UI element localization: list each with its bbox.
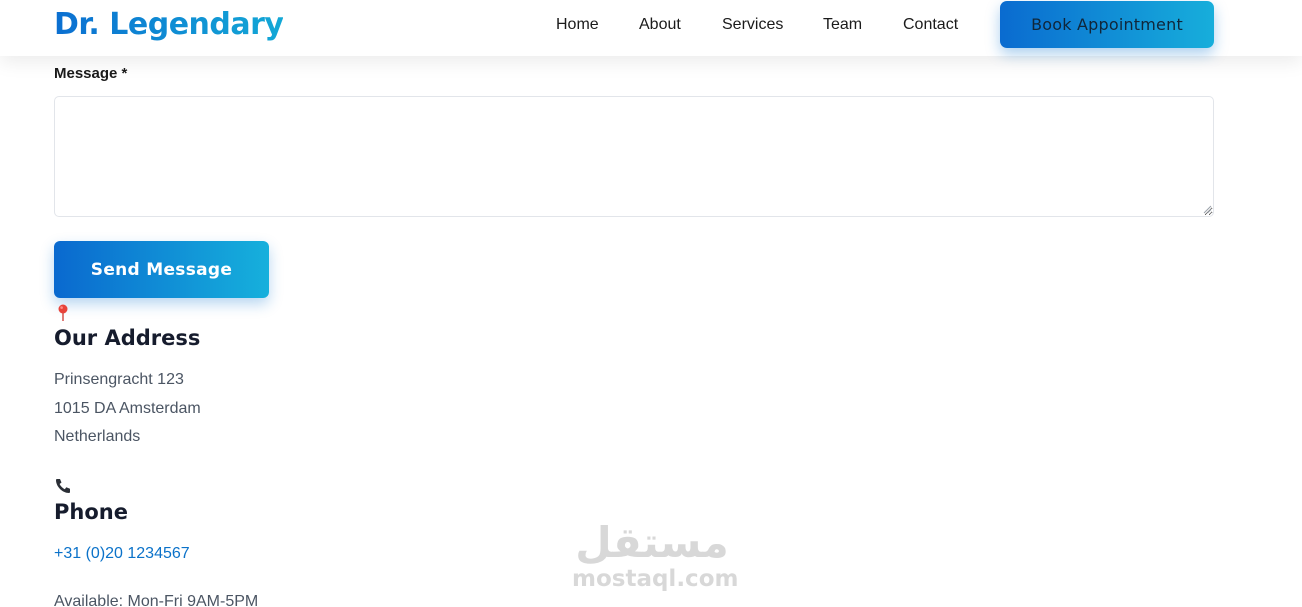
- nav-home[interactable]: Home: [556, 15, 599, 35]
- address-line-3: Netherlands: [54, 428, 141, 445]
- message-textarea[interactable]: [54, 96, 1214, 217]
- phone-icon: [56, 479, 70, 493]
- address-line-1: Prinsengracht 123: [54, 371, 184, 388]
- logo[interactable]: Dr. Legendary: [54, 7, 284, 42]
- nav-contact[interactable]: Contact: [903, 15, 958, 35]
- site-header: Dr. Legendary Home About Services Team C…: [0, 0, 1302, 56]
- book-appointment-button[interactable]: Book Appointment: [1000, 1, 1214, 48]
- phone-title: Phone: [54, 500, 128, 524]
- address-title: Our Address: [54, 326, 201, 350]
- resize-grip-icon[interactable]: [1202, 204, 1212, 214]
- phone-number-link[interactable]: +31 (0)20 1234567: [54, 545, 190, 563]
- watermark-logo: مستقل: [575, 518, 729, 567]
- address-line-2: 1015 DA Amsterdam: [54, 400, 201, 417]
- nav-about[interactable]: About: [639, 15, 681, 35]
- watermark: مستقل mostaql.com: [572, 518, 739, 593]
- watermark-site: mostaql.com: [572, 566, 739, 592]
- nav-services[interactable]: Services: [722, 15, 783, 35]
- nav-team[interactable]: Team: [823, 15, 862, 35]
- message-label: Message *: [54, 65, 128, 82]
- send-message-button[interactable]: Send Message: [54, 241, 269, 298]
- availability-text: Available: Mon-Fri 9AM-5PM: [54, 593, 259, 607]
- map-pin-icon: [58, 304, 68, 321]
